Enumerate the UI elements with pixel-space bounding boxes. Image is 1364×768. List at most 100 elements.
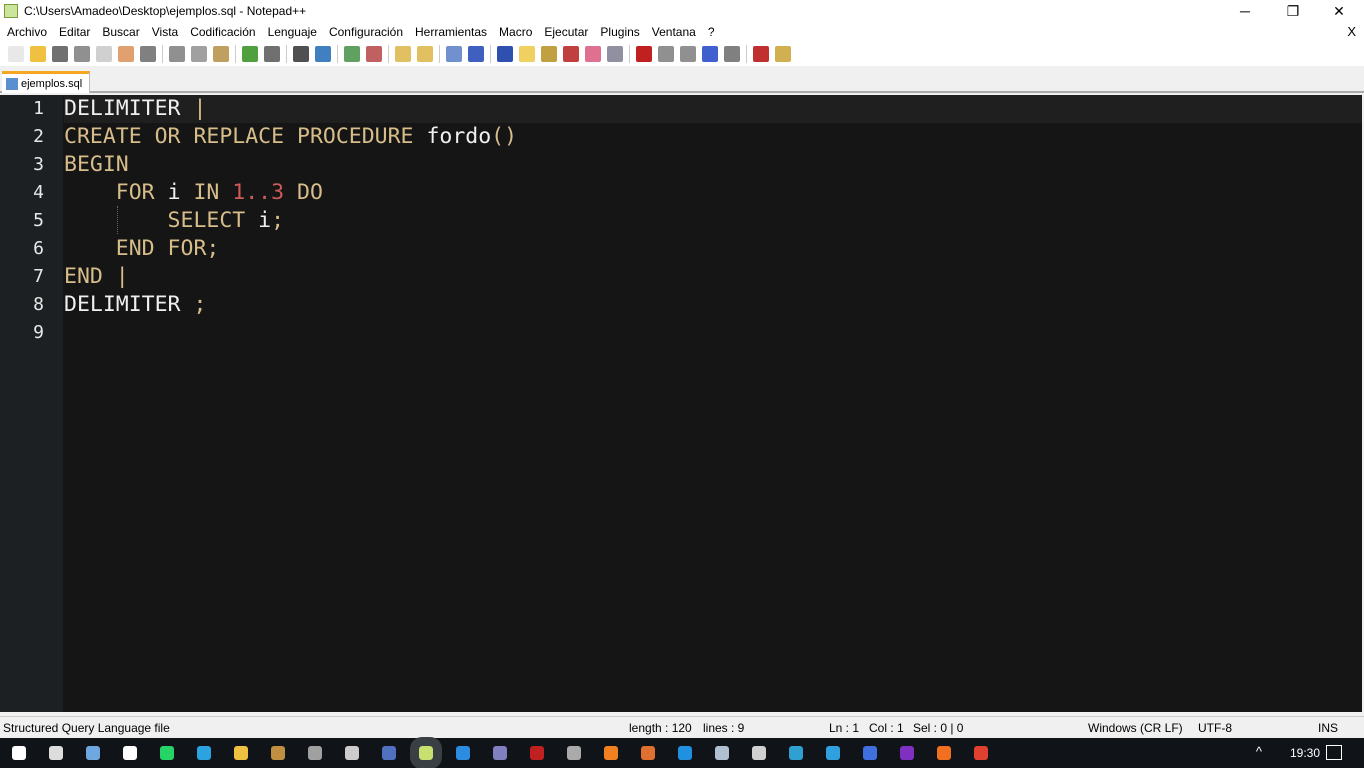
internet-explorer-icon[interactable]	[825, 746, 840, 760]
tab-ejemplos-sql[interactable]: ejemplos.sql	[2, 71, 90, 93]
edge-icon[interactable]	[788, 746, 803, 760]
tray-chevron-icon[interactable]: ^	[1256, 744, 1262, 759]
whatsapp-icon[interactable]	[159, 746, 174, 760]
filezilla-icon[interactable]	[529, 746, 544, 760]
app-icon[interactable]	[122, 746, 137, 760]
terminal-icon[interactable]	[307, 746, 322, 760]
vlc-icon[interactable]	[603, 746, 618, 760]
library-icon[interactable]	[270, 746, 285, 760]
code-token: FOR	[64, 180, 168, 205]
tor-icon[interactable]	[899, 746, 914, 760]
save-all-icon[interactable]	[74, 46, 90, 62]
game-icon[interactable]	[344, 746, 359, 760]
code-line[interactable]: BEGIN	[64, 151, 1362, 179]
menu-macro[interactable]: Macro	[499, 25, 532, 39]
code-line[interactable]	[64, 319, 1362, 347]
copy-icon[interactable]	[191, 46, 207, 62]
menu-help[interactable]: ?	[708, 25, 715, 39]
spell-options-icon[interactable]	[775, 46, 791, 62]
sync-horizontal-icon[interactable]	[417, 46, 433, 62]
clock[interactable]: 19:30	[1290, 746, 1320, 760]
record-macro-icon[interactable]	[636, 46, 652, 62]
close-document-button[interactable]: X	[1347, 24, 1356, 39]
code-line[interactable]: DELIMITER ;	[64, 291, 1362, 319]
indent-guide-icon[interactable]	[497, 46, 513, 62]
close-icon[interactable]	[96, 46, 112, 62]
code-line[interactable]: SELECT i;	[64, 207, 1362, 235]
close-all-icon[interactable]	[118, 46, 134, 62]
indent-guide	[117, 206, 118, 234]
menu-lenguaje[interactable]: Lenguaje	[268, 25, 317, 39]
close-button[interactable]: ✕	[1316, 0, 1362, 22]
monitoring-icon[interactable]	[607, 46, 623, 62]
code-token: SELECT	[64, 208, 259, 233]
notepad-plus-plus-icon[interactable]	[409, 737, 442, 768]
menu-editar[interactable]: Editar	[59, 25, 90, 39]
doc-map-icon[interactable]	[541, 46, 557, 62]
code-line[interactable]: CREATE OR REPLACE PROCEDURE fordo()	[64, 123, 1362, 151]
start-icon[interactable]	[11, 746, 26, 760]
menu-herramientas[interactable]: Herramientas	[415, 25, 487, 39]
chrome-icon[interactable]	[973, 746, 988, 760]
show-all-chars-icon[interactable]	[468, 46, 484, 62]
menu-ventana[interactable]: Ventana	[652, 25, 696, 39]
browser-icon[interactable]	[862, 746, 877, 760]
undo-icon[interactable]	[242, 46, 258, 62]
replace-icon[interactable]	[315, 46, 331, 62]
udl-icon[interactable]	[519, 46, 535, 62]
save-macro-icon[interactable]	[724, 46, 740, 62]
save-state-icon	[6, 77, 18, 90]
document-viewer-icon[interactable]	[381, 746, 396, 760]
new-file-icon[interactable]	[8, 46, 24, 62]
xampp-icon[interactable]	[640, 746, 655, 760]
print-icon[interactable]	[140, 46, 156, 62]
code-line[interactable]: END FOR;	[64, 235, 1362, 263]
code-token: CREATE OR REPLACE PROCEDURE	[64, 124, 427, 149]
file-type: Structured Query Language file	[3, 721, 170, 735]
encoding: UTF-8	[1198, 721, 1232, 735]
task-view-icon[interactable]	[48, 746, 63, 760]
code-line[interactable]: END |	[64, 263, 1362, 291]
network-app-icon[interactable]	[714, 746, 729, 760]
run-macro-multiple-icon[interactable]	[702, 46, 718, 62]
code-token: 1..3	[232, 180, 298, 205]
cut-icon[interactable]	[169, 46, 185, 62]
notification-icon[interactable]	[1326, 745, 1342, 760]
line-number: 8	[33, 294, 44, 315]
firefox-icon[interactable]	[936, 746, 951, 760]
word-wrap-icon[interactable]	[446, 46, 462, 62]
find-icon[interactable]	[293, 46, 309, 62]
vscode-icon[interactable]	[455, 746, 470, 760]
menu-codificacin[interactable]: Codificación	[190, 25, 255, 39]
menu-configuracin[interactable]: Configuración	[329, 25, 403, 39]
stop-recording-icon[interactable]	[658, 46, 674, 62]
open-file-icon[interactable]	[30, 46, 46, 62]
spell-check-icon[interactable]	[753, 46, 769, 62]
paste-icon[interactable]	[213, 46, 229, 62]
minimize-button[interactable]: ─	[1222, 0, 1268, 22]
zoom-out-icon[interactable]	[366, 46, 382, 62]
file-explorer-icon[interactable]	[233, 746, 248, 760]
telegram-icon[interactable]	[196, 746, 211, 760]
menu-vista[interactable]: Vista	[152, 25, 178, 39]
menu-ejecutar[interactable]: Ejecutar	[544, 25, 588, 39]
code-editor[interactable]: 123456789 DELIMITER | CREATE OR REPLACE P…	[0, 95, 1362, 712]
keyboard-icon[interactable]	[85, 746, 100, 760]
code-line[interactable]: DELIMITER |	[64, 95, 1362, 123]
function-list-icon[interactable]	[563, 46, 579, 62]
restore-button[interactable]: ❐	[1270, 0, 1316, 22]
clock-app-icon[interactable]	[566, 746, 581, 760]
redo-icon[interactable]	[264, 46, 280, 62]
code-line[interactable]: FOR i IN 1..3 DO	[64, 179, 1362, 207]
menu-plugins[interactable]: Plugins	[600, 25, 639, 39]
sync-vertical-icon[interactable]	[395, 46, 411, 62]
playback-macro-icon[interactable]	[680, 46, 696, 62]
zoom-in-icon[interactable]	[344, 46, 360, 62]
media-player-icon[interactable]	[677, 746, 692, 760]
folder-as-workspace-icon[interactable]	[585, 46, 601, 62]
save-icon[interactable]	[52, 46, 68, 62]
virtualbox-icon[interactable]	[751, 746, 766, 760]
menu-app-icon[interactable]	[492, 746, 507, 760]
menu-buscar[interactable]: Buscar	[102, 25, 139, 39]
menu-archivo[interactable]: Archivo	[7, 25, 47, 39]
